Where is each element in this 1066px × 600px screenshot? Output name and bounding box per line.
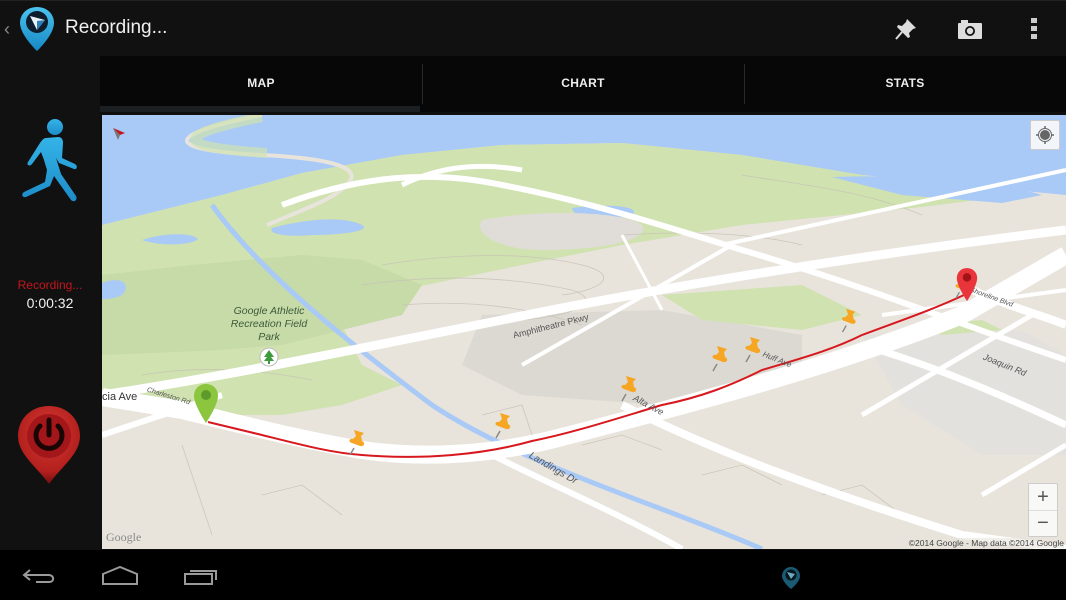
park-label: Google Athletic Recreation Field Park [230, 305, 308, 343]
nav-back-icon [22, 569, 55, 583]
nav-back-button[interactable] [22, 563, 58, 589]
app-window: ‹ Recording... Recording... 0:00:32 MAP … [0, 0, 1066, 600]
walking-icon[interactable] [20, 118, 82, 204]
overflow-menu-icon[interactable] [1018, 13, 1050, 45]
crosshair-location-icon [1036, 126, 1054, 144]
google-logo: Google [106, 530, 142, 544]
zoom-controls: + − [1028, 483, 1058, 537]
chevron-left-icon[interactable]: ‹ [4, 19, 10, 40]
waypoint-pin-icon[interactable] [742, 335, 764, 363]
tab-map[interactable]: MAP [100, 56, 422, 112]
recording-status-label: Recording... [17, 278, 83, 292]
waypoint-pin-icon[interactable] [492, 411, 514, 439]
app-title: Recording... [65, 17, 168, 38]
recording-panel: Recording... 0:00:32 [0, 56, 100, 550]
waypoint-pin-icon[interactable] [346, 428, 368, 456]
waypoint-pin-icon[interactable] [838, 307, 860, 333]
zoom-in-button[interactable]: + [1029, 484, 1057, 510]
elapsed-time: 0:00:32 [26, 295, 74, 311]
nav-recents-icon [184, 570, 217, 585]
stop-recording-button[interactable] [16, 404, 82, 486]
action-bar: ‹ Recording... [0, 0, 1066, 56]
street-label-garcia: cia Ave [102, 391, 138, 403]
camera-icon[interactable] [954, 13, 986, 45]
end-marker-icon[interactable] [956, 267, 978, 303]
nav-home-icon [102, 566, 138, 585]
tab-stats[interactable]: STATS [744, 56, 1066, 112]
compass-icon[interactable] [112, 127, 126, 141]
nav-recents-button[interactable] [182, 563, 220, 589]
map-view[interactable]: Google Athletic Recreation Field Park ci… [102, 115, 1066, 549]
waypoint-pin-icon[interactable] [618, 374, 640, 402]
tab-chart[interactable]: CHART [422, 56, 744, 112]
waypoint-pin-icon[interactable] [709, 344, 731, 372]
park-tree-icon [259, 347, 279, 367]
start-marker-icon[interactable] [193, 383, 219, 425]
app-logo-icon[interactable] [18, 5, 56, 53]
system-nav-bar [0, 550, 1066, 600]
pushpin-icon[interactable] [890, 13, 922, 45]
zoom-out-button[interactable]: − [1029, 510, 1057, 536]
map-attribution[interactable]: ©2014 Google - Map data ©2014 Google [908, 538, 1064, 548]
app-notification-icon[interactable] [781, 566, 801, 590]
nav-home-button[interactable] [100, 563, 140, 589]
tab-bar: MAP CHART STATS [100, 56, 1066, 112]
my-location-button[interactable] [1030, 120, 1060, 150]
